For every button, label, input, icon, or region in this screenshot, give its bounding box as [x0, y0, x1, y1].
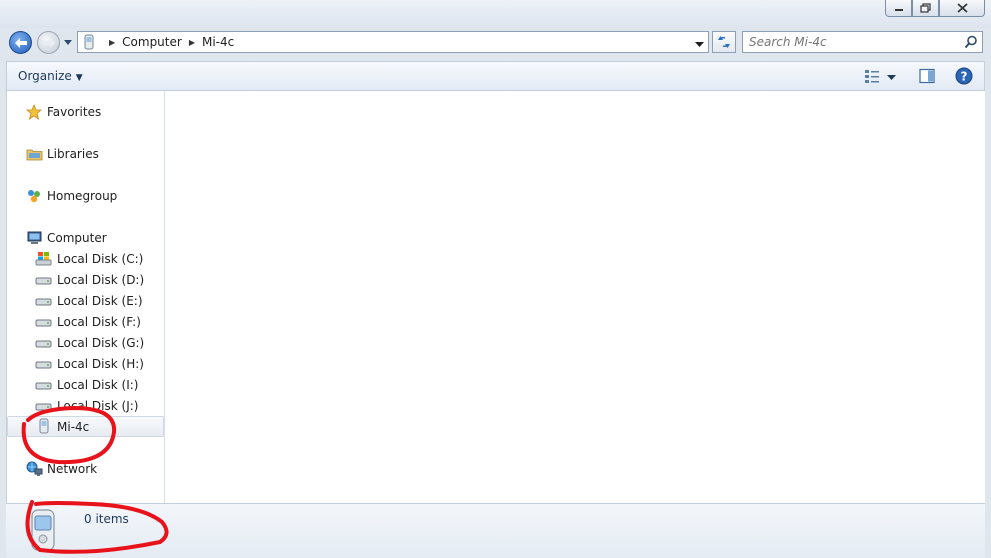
chevron-down-icon	[695, 42, 704, 47]
search-input[interactable]	[749, 34, 959, 50]
nav-drive-h[interactable]: Local Disk (H:)	[35, 355, 144, 373]
arrow-left-icon	[14, 37, 27, 48]
view-options-button[interactable]	[887, 71, 896, 85]
minimize-icon	[894, 9, 903, 11]
preview-pane-icon	[919, 68, 935, 84]
nav-drive-j[interactable]: Local Disk (J:)	[35, 397, 138, 415]
nav-drive-label: Local Disk (I:)	[57, 378, 139, 392]
nav-drive-label: Local Disk (H:)	[57, 357, 144, 371]
nav-drive-c[interactable]: Local Disk (C:)	[35, 250, 143, 268]
nav-computer-label: Computer	[47, 231, 107, 245]
maximize-button[interactable]	[912, 0, 939, 17]
title-bar	[0, 0, 991, 28]
back-button[interactable]	[9, 31, 32, 54]
homegroup-icon	[25, 187, 43, 205]
nav-computer[interactable]: Computer	[25, 229, 107, 247]
recent-pages-button[interactable]	[63, 36, 73, 48]
refresh-icon	[718, 36, 730, 48]
arrow-right-icon	[42, 37, 55, 48]
nav-libraries[interactable]: Libraries	[25, 145, 99, 163]
phone-large-icon	[26, 508, 60, 557]
computer-icon	[25, 229, 43, 247]
help-icon: ?	[955, 67, 973, 85]
file-list-area[interactable]	[165, 91, 985, 503]
breadcrumb-separator[interactable]: ▶	[109, 38, 115, 47]
item-count: 0 items	[84, 512, 129, 526]
hard-drive-icon	[35, 271, 53, 289]
nav-libraries-label: Libraries	[47, 147, 99, 161]
address-bar[interactable]: ▶ Computer ▶ Mi-4c	[77, 31, 709, 53]
nav-device-label: Mi-4c	[57, 419, 90, 434]
nav-drive-label: Local Disk (J:)	[57, 399, 139, 413]
refresh-button[interactable]	[712, 31, 736, 53]
breadcrumb-mi4c[interactable]: Mi-4c	[202, 35, 234, 49]
nav-drive-f[interactable]: Local Disk (F:)	[35, 313, 141, 331]
preview-pane-button[interactable]	[919, 68, 935, 87]
system-drive-icon	[35, 250, 53, 268]
restore-icon	[920, 3, 931, 13]
navigation-pane: Favorites Libraries Homegroup Computer L…	[6, 91, 165, 503]
chevron-down-icon	[64, 40, 72, 45]
nav-device-mi4c[interactable]: Mi-4c	[7, 416, 164, 437]
chevron-down-icon	[887, 75, 896, 80]
nav-drive-e[interactable]: Local Disk (E:)	[35, 292, 143, 310]
organize-label: Organize	[18, 69, 72, 83]
window-border	[985, 58, 991, 557]
details-pane: 0 items	[6, 503, 985, 558]
hard-drive-icon	[35, 292, 53, 310]
close-button[interactable]	[939, 0, 985, 17]
forward-button[interactable]	[37, 31, 60, 54]
nav-homegroup-label: Homegroup	[47, 189, 118, 203]
nav-drive-label: Local Disk (F:)	[57, 315, 141, 329]
search-box[interactable]	[742, 31, 983, 53]
close-icon	[956, 3, 968, 13]
hard-drive-icon	[35, 313, 53, 331]
nav-drive-g[interactable]: Local Disk (G:)	[35, 334, 144, 352]
nav-network-label: Network	[47, 462, 98, 476]
nav-drive-d[interactable]: Local Disk (D:)	[35, 271, 144, 289]
phone-icon	[82, 34, 96, 51]
nav-network[interactable]: Network	[25, 460, 97, 478]
phone-icon	[35, 418, 53, 436]
nav-favorites-label: Favorites	[47, 105, 102, 119]
address-dropdown-button[interactable]	[695, 38, 704, 52]
nav-homegroup[interactable]: Homegroup	[25, 187, 117, 205]
chevron-down-icon: ▼	[75, 73, 83, 83]
minimize-button[interactable]	[885, 0, 912, 17]
nav-drive-label: Local Disk (D:)	[57, 273, 145, 287]
nav-favorites[interactable]: Favorites	[25, 103, 101, 121]
nav-drive-label: Local Disk (E:)	[57, 294, 143, 308]
search-icon[interactable]	[964, 35, 978, 52]
help-button[interactable]: ?	[955, 67, 973, 88]
svg-text:?: ?	[961, 70, 968, 84]
command-bar: Organize ▼ ?	[6, 61, 985, 91]
organize-button[interactable]: Organize ▼	[18, 69, 83, 83]
breadcrumb-separator[interactable]: ▶	[189, 38, 195, 47]
breadcrumb-computer[interactable]: Computer	[122, 35, 182, 49]
change-view-button[interactable]	[864, 68, 880, 87]
libraries-icon	[25, 145, 43, 163]
nav-drive-i[interactable]: Local Disk (I:)	[35, 376, 138, 394]
star-icon	[25, 103, 43, 121]
network-icon	[25, 460, 43, 478]
nav-drive-label: Local Disk (G:)	[57, 336, 145, 350]
hard-drive-icon	[35, 376, 53, 394]
hard-drive-icon	[35, 334, 53, 352]
hard-drive-icon	[35, 397, 53, 415]
hard-drive-icon	[35, 355, 53, 373]
view-details-icon	[865, 70, 879, 83]
nav-drive-label: Local Disk (C:)	[57, 252, 144, 266]
